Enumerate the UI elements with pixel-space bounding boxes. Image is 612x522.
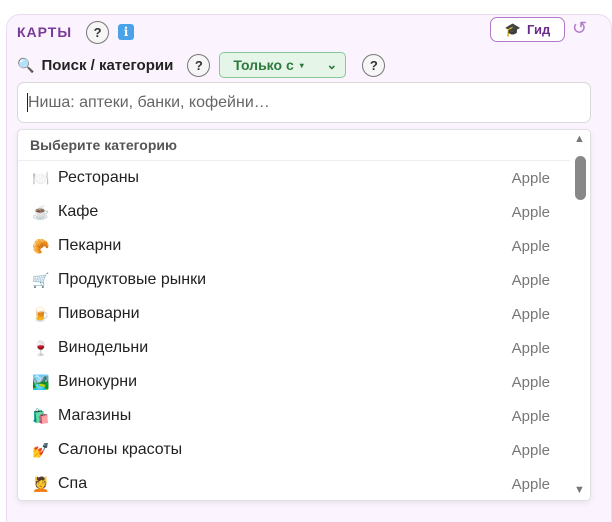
list-item[interactable]: 🥐 Пекарни Apple xyxy=(18,229,570,263)
list-item[interactable]: 🍷 Винодельни Apple xyxy=(18,331,570,365)
scrollbar-thumb[interactable] xyxy=(575,156,586,200)
category-label: Продуктовые рынки xyxy=(58,271,207,288)
guide-button[interactable]: 🎓 Гид xyxy=(490,17,565,42)
category-source: Apple xyxy=(511,305,550,323)
search-help-button[interactable]: ? xyxy=(187,53,211,77)
list-item[interactable]: 🍽️ Рестораны Apple xyxy=(18,161,570,195)
list-item[interactable]: ☕ Кафе Apple xyxy=(18,195,570,229)
dropdown-scrollbar[interactable]: ▲ ▼ xyxy=(570,130,590,500)
list-item[interactable]: 🛒 Продуктовые рынки Apple xyxy=(18,263,570,297)
dropdown-header: Выберите категорию xyxy=(18,130,590,161)
search-input[interactable] xyxy=(17,82,591,123)
category-source: Apple xyxy=(511,237,550,255)
magnifier-icon: 🔍 xyxy=(17,56,35,73)
scroll-up-icon[interactable]: ▲ xyxy=(574,133,585,145)
panel-header: КАРТЫ ? i xyxy=(17,20,135,44)
list-item[interactable]: 🍺 Пивоварни Apple xyxy=(18,297,570,331)
category-label: Салоны красоты xyxy=(58,441,183,458)
graduation-cap-icon: 🎓 xyxy=(504,21,521,37)
source-filter-select[interactable]: Только с ▾ ⌄ xyxy=(219,52,347,78)
help-button[interactable]: ? xyxy=(86,20,110,44)
category-label: Кафе xyxy=(58,203,99,220)
category-source: Apple xyxy=(511,271,550,289)
wine-glass-icon: 🍷 xyxy=(32,339,50,356)
filter-value: Только с xyxy=(233,57,294,73)
category-source: Apple xyxy=(511,407,550,425)
beer-icon: 🍺 xyxy=(32,305,50,322)
category-source: Apple xyxy=(511,339,550,357)
chevron-down-icon: ⌄ xyxy=(326,57,338,72)
plate-icon: 🍽️ xyxy=(32,169,50,186)
category-label: Винодельни xyxy=(58,339,149,356)
landscape-icon: 🏞️ xyxy=(32,373,50,390)
filter-help-button[interactable]: ? xyxy=(362,53,386,77)
category-label: Спа xyxy=(58,475,88,492)
text-cursor xyxy=(27,93,28,112)
category-source: Apple xyxy=(511,373,550,391)
nail-polish-icon: 💅 xyxy=(32,441,50,458)
croissant-icon: 🥐 xyxy=(32,237,50,254)
category-label: Магазины xyxy=(58,407,132,424)
list-item[interactable]: 🛍️ Магазины Apple xyxy=(18,399,570,433)
coffee-icon: ☕ xyxy=(32,203,50,220)
list-item[interactable]: 🏞️ Винокурни Apple xyxy=(18,365,570,399)
category-label: Рестораны xyxy=(58,169,140,186)
info-icon[interactable]: i xyxy=(118,24,135,40)
spa-icon: 💆 xyxy=(32,475,50,492)
scroll-down-icon[interactable]: ▼ xyxy=(574,484,585,496)
guide-button-label: Гид xyxy=(526,22,551,37)
caret-icon: ▾ xyxy=(299,60,304,70)
category-label: Пивоварни xyxy=(58,305,140,322)
cart-icon: 🛒 xyxy=(32,271,50,288)
list-item[interactable]: 💅 Салоны красоты Apple xyxy=(18,433,570,467)
search-row: 🔍 Поиск / категории ? Только с ▾ ⌄ ? xyxy=(17,52,386,78)
section-title: КАРТЫ xyxy=(17,24,73,40)
refresh-icon[interactable]: ↺ xyxy=(572,18,587,39)
category-label: Винокурни xyxy=(58,373,138,390)
category-source: Apple xyxy=(511,169,550,187)
category-dropdown[interactable]: Выберите категорию 🍽️ Рестораны Apple ☕ … xyxy=(17,129,591,501)
category-source: Apple xyxy=(511,203,550,221)
category-source: Apple xyxy=(511,441,550,459)
shopping-bag-icon: 🛍️ xyxy=(32,407,50,424)
search-label: Поиск / категории xyxy=(41,56,174,74)
category-label: Пекарни xyxy=(58,237,122,254)
category-source: Apple xyxy=(511,475,550,493)
list-item[interactable]: 💆 Спа Apple xyxy=(18,467,570,500)
